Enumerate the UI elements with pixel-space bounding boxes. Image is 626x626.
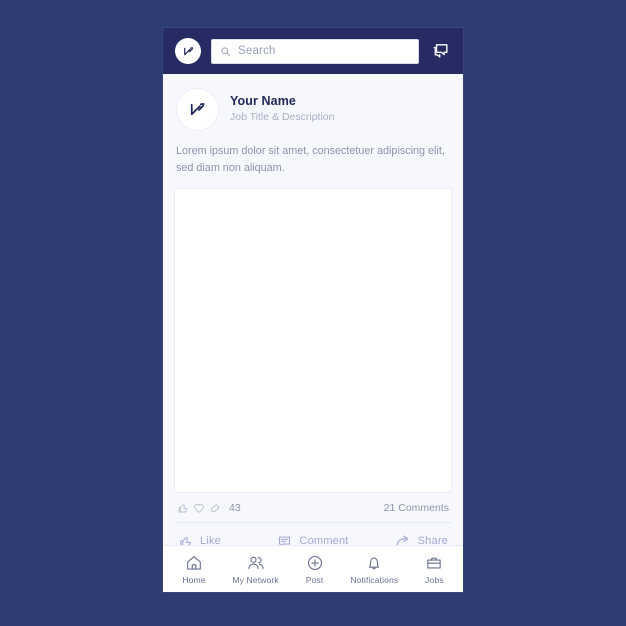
nav-item-jobs[interactable]: Jobs <box>425 554 444 585</box>
app-header: Search <box>163 28 463 74</box>
briefcase-icon <box>425 554 443 572</box>
nav-label-home: Home <box>182 574 206 585</box>
messages-icon <box>431 42 450 61</box>
nav-item-post[interactable]: Post <box>306 554 324 585</box>
people-icon <box>247 554 265 572</box>
nav-label-jobs: Jobs <box>425 574 444 585</box>
comments-count[interactable]: 21 Comments <box>384 502 449 514</box>
nav-label-notifications: Notifications <box>350 574 399 585</box>
brand-logo-icon <box>181 44 196 59</box>
avatar[interactable] <box>176 88 219 131</box>
nav-item-my-network[interactable]: My Network <box>232 554 279 585</box>
author-name: Your Name <box>230 94 296 109</box>
nav-label-my-network: My Network <box>232 574 279 585</box>
bottom-navigation: Home My Network Post Notifications Jobs <box>163 545 463 592</box>
bell-icon <box>365 554 383 572</box>
reaction-icons-group[interactable]: 43 <box>177 502 241 514</box>
author-subtitle: Job Title & Description <box>230 110 335 123</box>
heart-icon <box>193 502 205 514</box>
post-image[interactable] <box>174 188 452 494</box>
nav-item-home[interactable]: Home <box>182 554 206 585</box>
search-input[interactable]: Search <box>211 38 419 64</box>
brand-avatar[interactable] <box>175 38 201 64</box>
clap-icon <box>209 502 221 514</box>
post-author-info: Your Name Job Title & Description <box>230 94 334 124</box>
mobile-app-frame: Search Your Name Job Title & Description… <box>163 28 463 592</box>
brand-logo-icon <box>186 98 209 121</box>
search-placeholder-text: Search <box>238 45 276 57</box>
home-icon <box>185 554 203 572</box>
thumbs-up-icon <box>177 502 189 514</box>
post-author-row[interactable]: Your Name Job Title & Description <box>174 74 452 141</box>
plus-circle-icon <box>306 554 324 572</box>
search-icon <box>220 46 231 57</box>
post-body-text: Lorem ipsum dolor sit amet, consectetuer… <box>176 145 445 174</box>
nav-label-post: Post <box>305 574 324 585</box>
post-reactions-row: 43 21 Comments <box>174 493 452 524</box>
nav-item-notifications[interactable]: Notifications <box>350 554 398 585</box>
post-card: Your Name Job Title & Description Lorem … <box>163 74 463 562</box>
messages-button[interactable] <box>429 40 451 62</box>
reaction-count: 43 <box>229 502 241 515</box>
